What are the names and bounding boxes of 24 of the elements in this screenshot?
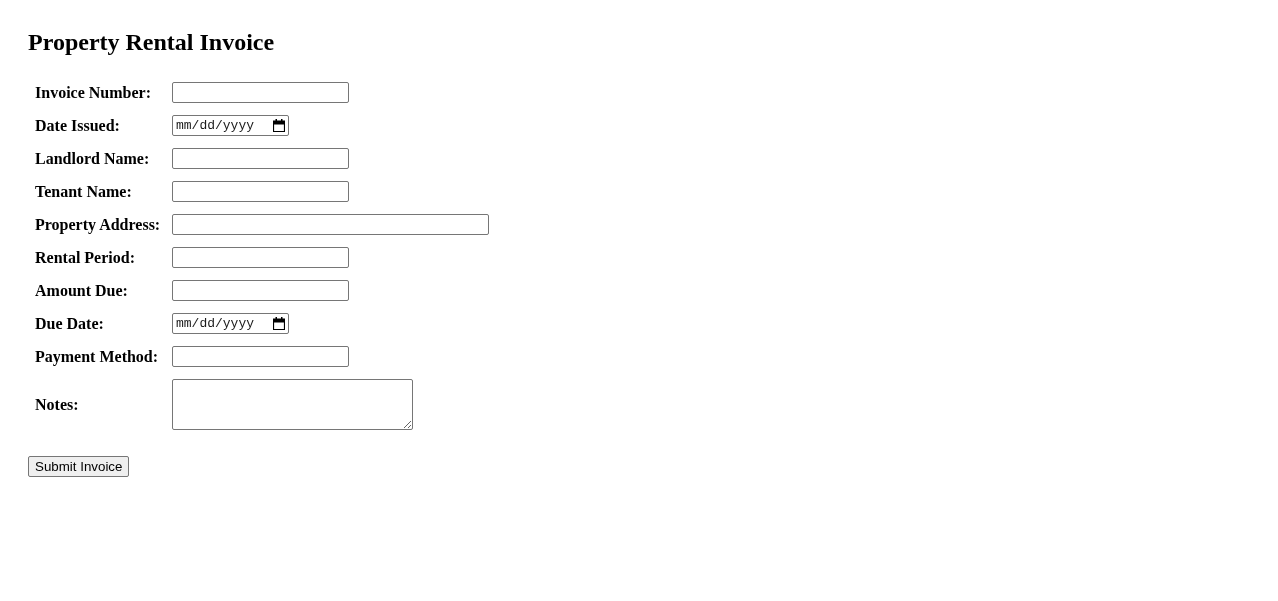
field-label: Payment Method: xyxy=(35,347,160,366)
field-label: Invoice Number: xyxy=(35,83,152,102)
calendar-icon[interactable] xyxy=(273,317,285,330)
text-field[interactable] xyxy=(172,247,349,268)
date-field[interactable]: mm/dd/yyyy xyxy=(172,115,289,136)
text-field[interactable] xyxy=(172,280,349,301)
submit-button[interactable]: Submit Invoice xyxy=(28,456,130,477)
field-label: Due Date: xyxy=(35,314,105,333)
field-label: Amount Due: xyxy=(35,281,129,300)
field-label: Notes: xyxy=(35,395,80,414)
notes-field[interactable] xyxy=(172,379,413,430)
field-label: Date Issued: xyxy=(35,116,121,135)
field-label: Landlord Name: xyxy=(35,149,151,168)
page-title: Property Rental Invoice xyxy=(28,28,275,56)
field-label: Tenant Name: xyxy=(35,182,133,201)
address-field[interactable] xyxy=(172,214,489,235)
text-field[interactable] xyxy=(172,181,349,202)
text-field[interactable] xyxy=(172,82,349,103)
date-field[interactable]: mm/dd/yyyy xyxy=(172,313,289,334)
field-label: Rental Period: xyxy=(35,248,136,267)
calendar-icon[interactable] xyxy=(273,119,285,132)
field-label: Property Address: xyxy=(35,215,160,234)
text-field[interactable] xyxy=(172,148,349,169)
text-field[interactable] xyxy=(172,346,349,367)
